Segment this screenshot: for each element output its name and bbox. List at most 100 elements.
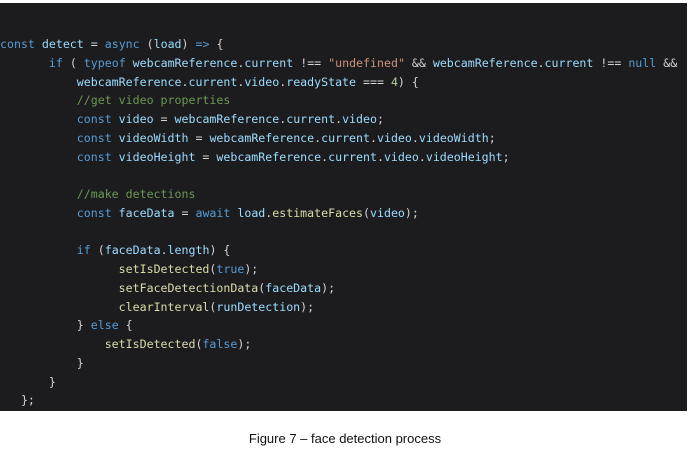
code-line: } [0, 354, 677, 373]
code-block: const detect = async (load) => { if ( ty… [0, 35, 677, 410]
code-token: video [342, 112, 377, 126]
code-token: videoHeight [425, 149, 503, 164]
code-line: setIsDetected(true); [0, 260, 677, 279]
code-token: setIsDetected [118, 262, 210, 276]
code-line: webcamReference.current.video.readyState… [0, 73, 677, 92]
code-token: current [328, 149, 377, 164]
code-token: typeof [83, 55, 126, 70]
code-token: current [286, 112, 336, 126]
code-token: faceData [265, 280, 322, 295]
code-token: load [153, 37, 182, 51]
code-token: video [118, 112, 154, 126]
code-token: "undefined" [328, 55, 405, 70]
code-token: === [356, 74, 391, 89]
code-token: ( [62, 55, 84, 70]
code-token: !== [593, 55, 629, 70]
code-token: ( [90, 243, 105, 258]
code-token: { [209, 37, 224, 51]
code-line: const detect = async (load) => { [0, 35, 677, 54]
code-token: => [195, 37, 210, 51]
code-token: const [76, 149, 112, 164]
code-editor-panel: const detect = async (load) => { if ( ty… [0, 3, 687, 411]
code-token: . [376, 149, 384, 164]
code-token: ); [300, 299, 315, 314]
code-token: . [160, 243, 168, 258]
code-token: const [76, 112, 112, 126]
code-line: //get video properties [0, 91, 677, 110]
code-line: }; [0, 391, 677, 410]
code-token: current [544, 55, 594, 70]
code-line: const faceData = await load.estimateFace… [0, 204, 677, 223]
code-token: 4 [390, 74, 398, 89]
code-token: } [76, 355, 84, 370]
code-token: ) { [397, 74, 419, 89]
code-token: = [195, 149, 217, 164]
code-token: } [48, 374, 56, 389]
code-token: runDetection [216, 299, 301, 314]
code-token: false [202, 337, 238, 351]
code-token: video [376, 130, 412, 145]
code-token: if [48, 55, 63, 70]
code-line: } else { [0, 316, 677, 335]
code-token: ( [363, 205, 370, 220]
code-token: } [76, 318, 91, 333]
code-token: estimateFaces [272, 205, 364, 220]
code-token: = [83, 37, 105, 51]
code-token: ); [321, 280, 336, 295]
code-token: null [628, 55, 657, 70]
code-token: readyState [286, 74, 357, 89]
code-line: const video = webcamReference.current.vi… [0, 110, 677, 129]
figure-caption: Figure 7 – face detection process [248, 431, 442, 446]
code-token: clearInterval [118, 299, 210, 314]
code-line: clearInterval(runDetection); [0, 298, 677, 317]
code-token: ; [376, 112, 384, 126]
code-token: webcamReference [174, 112, 280, 126]
code-token: true [216, 262, 245, 276]
code-token: current [321, 130, 370, 145]
code-token: webcamReference [432, 55, 538, 70]
code-token: webcamReference [216, 149, 322, 164]
code-token: load [237, 205, 266, 220]
code-token: video [370, 205, 405, 220]
code-token: //make detections [76, 187, 196, 201]
code-token: video [383, 149, 419, 164]
code-token: webcamReference [76, 74, 182, 89]
code-line: //make detections [0, 185, 677, 204]
code-token: const [76, 205, 112, 220]
code-token: //get video properties [76, 93, 231, 108]
code-token: const [0, 37, 35, 51]
code-line: if ( typeof webcamReference.current !== … [0, 54, 677, 73]
code-token: { [118, 318, 133, 333]
code-token: webcamReference [132, 55, 238, 70]
code-token: else [90, 318, 119, 333]
code-token: video [244, 74, 280, 89]
code-token: videoWidth [418, 130, 489, 145]
code-token: faceData [104, 243, 161, 258]
code-token: = [188, 130, 210, 145]
code-token: ); [244, 262, 259, 276]
code-token: && [656, 55, 678, 70]
code-token: async [104, 37, 140, 51]
code-token: detect [41, 37, 84, 51]
code-token: . [411, 130, 419, 145]
code-token: current [188, 74, 238, 89]
code-token: && [404, 55, 433, 70]
code-token: webcamReference [209, 130, 315, 145]
